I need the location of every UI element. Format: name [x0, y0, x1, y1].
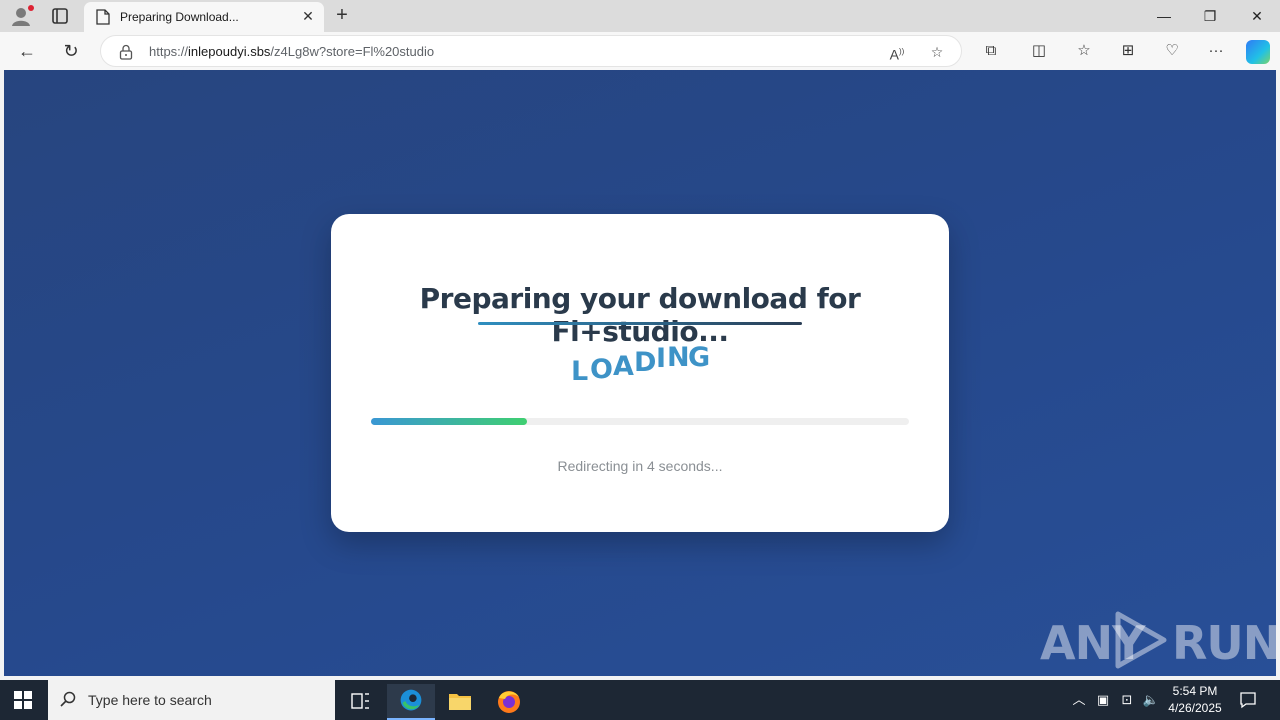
notification-dot: [28, 5, 34, 11]
redirect-message: Redirecting in 4 seconds...: [557, 458, 723, 474]
loading-letter: A: [613, 351, 634, 382]
close-window-icon[interactable]: ✕: [1234, 0, 1280, 32]
firefox-icon[interactable]: [485, 684, 533, 720]
watermark-text-right: RUN: [1172, 616, 1276, 670]
tray-device-icon[interactable]: ▣: [1094, 690, 1112, 710]
close-tab-icon[interactable]: ✕: [300, 8, 316, 24]
progress-fill: [371, 418, 528, 425]
search-placeholder: Type here to search: [88, 692, 212, 708]
collections-icon[interactable]: ⊞: [1117, 40, 1139, 62]
loading-letter: N: [667, 342, 690, 373]
loading-letter: L: [571, 356, 589, 387]
loading-letter: I: [656, 343, 667, 374]
title-underline: [478, 322, 802, 325]
tab-title: Preparing Download...: [120, 10, 239, 24]
taskbar: Type here to search ︿ ▣ ⊡ 🔈 5:54 PM 4/26…: [0, 680, 1280, 720]
url-scheme: https://: [149, 44, 189, 59]
clock-date: 4/26/2025: [1168, 701, 1222, 715]
file-explorer-icon[interactable]: [436, 684, 484, 720]
edge-taskbar-icon[interactable]: [387, 684, 435, 720]
task-view-icon[interactable]: [336, 684, 384, 720]
tab-active[interactable]: Preparing Download... ✕: [84, 2, 324, 32]
new-tab-button[interactable]: +: [330, 4, 354, 28]
loading-letter: D: [634, 347, 657, 378]
split-screen-icon[interactable]: ◫: [1028, 40, 1050, 62]
progress-bar: [371, 418, 909, 425]
play-logo-icon: [1115, 611, 1167, 669]
taskbar-search[interactable]: Type here to search: [48, 680, 335, 720]
loading-text: L O A D I N G: [571, 338, 711, 387]
tab-strip: Preparing Download... ✕ + — ❐ ✕: [0, 0, 1280, 32]
tray-overflow-icon[interactable]: ︿: [1070, 690, 1088, 710]
system-clock[interactable]: 5:54 PM 4/26/2025: [1160, 683, 1230, 717]
more-menu-icon[interactable]: ···: [1205, 40, 1227, 62]
notifications-icon[interactable]: [1238, 690, 1258, 710]
lock-icon[interactable]: [119, 44, 133, 60]
url-text[interactable]: https://inlepoudyi.sbs/z4Lg8w?store=Fl%2…: [149, 44, 434, 59]
tab-actions-icon[interactable]: [50, 6, 70, 26]
search-icon: [60, 691, 76, 707]
page-icon: [96, 9, 110, 25]
anyrun-watermark: ANY RUN: [1040, 610, 1276, 670]
network-icon[interactable]: ⊡: [1118, 690, 1136, 710]
loading-letter: O: [590, 354, 613, 385]
volume-icon[interactable]: 🔈: [1142, 690, 1160, 710]
page-viewport: Preparing your download for Fl+studio...…: [4, 70, 1276, 676]
refresh-icon[interactable]: ↻: [60, 40, 82, 62]
browser-essentials-icon[interactable]: ♡: [1161, 40, 1183, 62]
minimize-icon[interactable]: —: [1141, 0, 1187, 32]
read-aloud-icon[interactable]: A)): [887, 42, 907, 63]
clock-time: 5:54 PM: [1172, 684, 1218, 698]
address-bar[interactable]: https://inlepoudyi.sbs/z4Lg8w?store=Fl%2…: [100, 35, 962, 67]
windows-start-icon[interactable]: [14, 691, 32, 709]
favorite-star-icon[interactable]: ☆: [927, 42, 947, 62]
url-host: inlepoudyi.sbs: [188, 44, 271, 59]
restore-icon[interactable]: ❐: [1187, 0, 1233, 32]
favorites-icon[interactable]: ☆: [1073, 40, 1095, 62]
loading-letter: G: [688, 342, 711, 373]
copilot-icon[interactable]: [1246, 40, 1270, 64]
extensions-icon[interactable]: ⧉: [980, 40, 1002, 62]
back-icon[interactable]: ←: [16, 40, 38, 62]
download-card: Preparing your download for Fl+studio...…: [331, 214, 949, 532]
url-path: /z4Lg8w?store=Fl%20studio: [270, 44, 435, 59]
browser-toolbar: ← ↻ https://inlepoudyi.sbs/z4Lg8w?store=…: [0, 32, 1280, 70]
